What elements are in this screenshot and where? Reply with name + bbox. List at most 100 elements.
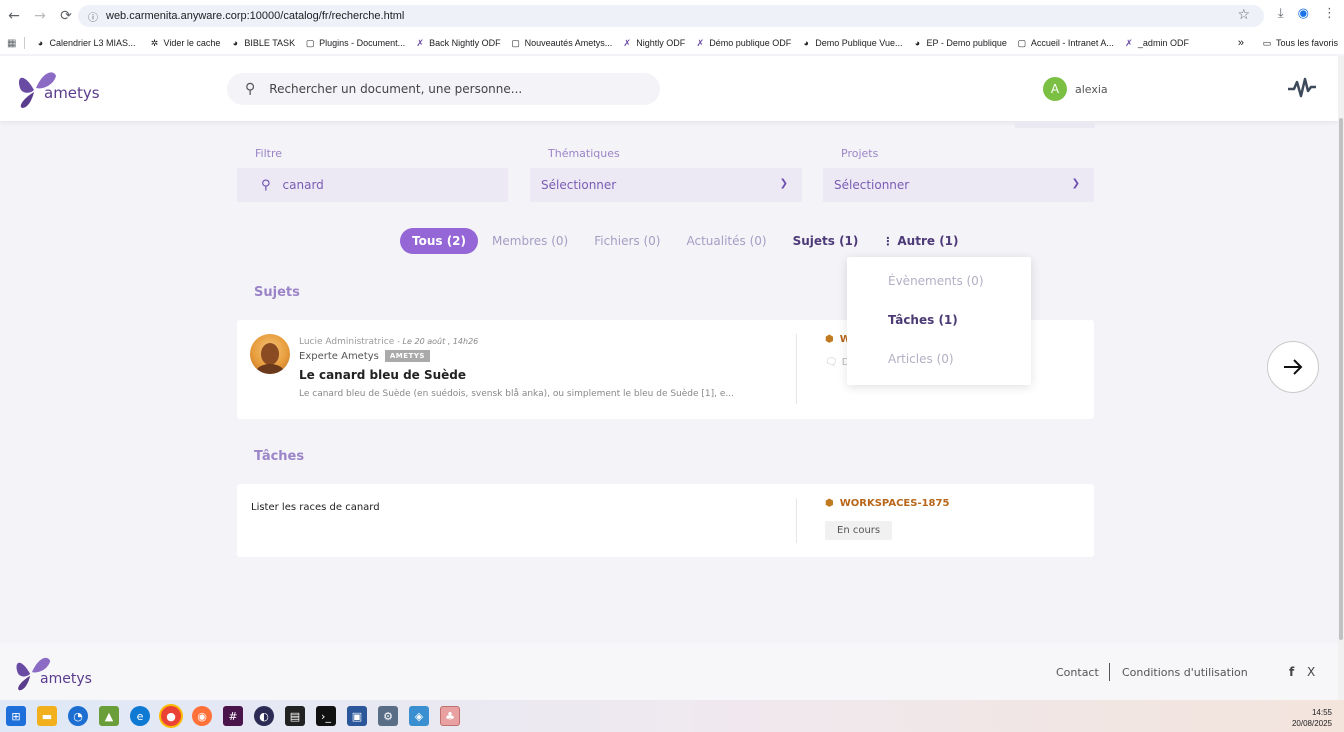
active-app-icon[interactable]: ♣ bbox=[440, 706, 460, 726]
comment-info: 🗨 D bbox=[825, 357, 849, 368]
terminal-icon[interactable]: ›_ bbox=[316, 706, 336, 726]
all-bookmarks-label: Tous les favoris bbox=[1275, 38, 1338, 48]
other-dropdown-menu: Évènements (0) Tâches (1) Articles (0) bbox=[847, 257, 1031, 385]
cube-icon: ⬢ bbox=[825, 498, 834, 509]
author-name[interactable]: Lucie Administratrice bbox=[299, 337, 394, 347]
filter-value: canard bbox=[282, 178, 324, 192]
projects-label: Projets bbox=[841, 147, 879, 160]
logo-text: ametys bbox=[44, 84, 100, 102]
eclipse-icon[interactable]: ◐ bbox=[254, 706, 274, 726]
user-name: alexia bbox=[1075, 82, 1108, 96]
filter-input[interactable]: ⚲ canard bbox=[237, 168, 508, 202]
next-button[interactable] bbox=[1267, 341, 1319, 393]
page-icon: ▢ bbox=[511, 37, 520, 48]
bookmark-item[interactable]: ✗ _admin ODF bbox=[1124, 38, 1189, 49]
back-icon[interactable]: ← bbox=[2, 4, 26, 28]
firefox-icon[interactable]: ◉ bbox=[192, 706, 212, 726]
menu-item-events[interactable]: Évènements (0) bbox=[888, 274, 984, 288]
page-icon: ▢ bbox=[1017, 37, 1027, 48]
topic-title[interactable]: Le canard bleu de Suède bbox=[299, 368, 466, 382]
author-role: Experte Ametys AMETYS bbox=[299, 350, 430, 362]
tab-files[interactable]: Fichiers (0) bbox=[594, 234, 660, 248]
menu-item-articles[interactable]: Articles (0) bbox=[888, 352, 954, 366]
profile-icon[interactable]: ◉ bbox=[1298, 6, 1309, 21]
remote-desktop-icon[interactable]: ▣ bbox=[347, 706, 367, 726]
bookmark-label: Vider le cache bbox=[163, 38, 221, 48]
more-bookmarks-button[interactable]: » bbox=[1238, 37, 1244, 49]
bookmark-star-icon[interactable]: ☆ bbox=[1237, 7, 1250, 23]
tab-all[interactable]: Tous (2) bbox=[400, 228, 479, 254]
section-title-tasks: Tâches bbox=[254, 449, 305, 464]
menu-item-tasks[interactable]: Tâches (1) bbox=[888, 313, 958, 327]
user-menu[interactable]: A alexia bbox=[1043, 77, 1108, 101]
chevron-down-icon: ❯ bbox=[779, 178, 788, 189]
card-divider bbox=[796, 498, 797, 543]
thunderbird-icon[interactable]: ◔ bbox=[68, 706, 88, 726]
post-date: - Le 20 août , 14h26 bbox=[397, 337, 479, 346]
projects-select[interactable]: Sélectionner ❯ bbox=[823, 168, 1094, 202]
activity-pulse-icon[interactable] bbox=[1288, 76, 1316, 100]
footer-logo[interactable]: ametys bbox=[12, 653, 92, 693]
cropped-element bbox=[1015, 121, 1095, 128]
bookmark-item[interactable]: ◕ EP - Demo publique bbox=[912, 38, 1007, 48]
tab-news[interactable]: Actualités (0) bbox=[686, 234, 766, 248]
globe-icon: ◕ bbox=[37, 38, 44, 48]
site-info-icon[interactable]: ⓘ bbox=[88, 9, 98, 24]
folder-icon: ▭ bbox=[1262, 37, 1272, 48]
themes-select[interactable]: Sélectionner ❯ bbox=[530, 168, 802, 202]
bookmark-label: Demo Publique Vue... bbox=[815, 38, 903, 48]
terms-link[interactable]: Conditions d'utilisation bbox=[1122, 666, 1248, 679]
author-photo bbox=[250, 334, 290, 374]
file-explorer-icon[interactable]: ▬ bbox=[37, 706, 57, 726]
bookmark-item[interactable]: ✲ Vider le cache bbox=[150, 38, 221, 49]
bookmark-item[interactable]: ▢ Plugins - Document... bbox=[305, 37, 405, 49]
card-divider bbox=[796, 334, 797, 404]
bookmark-label: Accueil - Intranet A... bbox=[1030, 38, 1114, 48]
tab-topics[interactable]: Sujets (1) bbox=[793, 234, 859, 248]
download-icon[interactable]: ⤓ bbox=[1278, 6, 1284, 21]
chrome-icon[interactable]: ● bbox=[161, 706, 181, 726]
system-clock[interactable]: 14:55 20/08/2025 bbox=[1292, 707, 1332, 729]
task-title[interactable]: Lister les races de canard bbox=[251, 502, 380, 513]
all-bookmarks-button[interactable]: ▭ Tous les favoris bbox=[1262, 37, 1338, 49]
themes-selected-value: Sélectionner bbox=[541, 178, 617, 192]
section-title-topics: Sujets bbox=[254, 285, 300, 300]
bookmark-item[interactable]: ▢ Accueil - Intranet A... bbox=[1017, 37, 1114, 49]
bookmark-item[interactable]: ✗ Back Nightly ODF bbox=[415, 38, 500, 49]
edge-icon[interactable]: e bbox=[130, 706, 150, 726]
notes-icon[interactable]: ▤ bbox=[285, 706, 305, 726]
page-icon: ▢ bbox=[305, 37, 315, 48]
facebook-icon[interactable]: f bbox=[1289, 665, 1294, 679]
scrollbar-thumb[interactable] bbox=[1339, 118, 1343, 640]
image-viewer-icon[interactable]: ▲ bbox=[99, 706, 119, 726]
x-icon[interactable]: X bbox=[1307, 665, 1315, 679]
ametys-favicon-icon: ✗ bbox=[696, 37, 704, 48]
arrow-right-icon bbox=[1284, 359, 1303, 375]
network-icon[interactable]: ◈ bbox=[409, 706, 429, 726]
bookmark-item[interactable]: ✗ Démo publique ODF bbox=[695, 37, 791, 49]
bookmark-item[interactable]: ◕ Demo Publique Vue... bbox=[801, 38, 903, 48]
tab-members[interactable]: Membres (0) bbox=[492, 234, 568, 248]
contact-link[interactable]: Contact bbox=[1056, 666, 1099, 679]
role-text: Experte Ametys bbox=[299, 350, 379, 362]
ametys-favicon-icon: ✗ bbox=[623, 37, 631, 48]
address-bar[interactable]: ⓘ web.carmenita.anyware.corp:10000/catal… bbox=[78, 5, 1264, 27]
settings-icon[interactable]: ⚙ bbox=[378, 706, 398, 726]
reload-icon[interactable]: ⟳ bbox=[54, 4, 78, 28]
forward-icon[interactable]: → bbox=[28, 4, 52, 28]
bookmark-item[interactable]: ◕ Calendrier L3 MIAS... bbox=[35, 38, 136, 48]
bookmark-item[interactable]: ▢ Nouveautés Ametys... bbox=[511, 37, 612, 49]
task-result-card[interactable]: Lister les races de canard ⬢ WORKSPACES-… bbox=[237, 484, 1094, 557]
global-search-input[interactable]: ⚲ Rechercher un document, une personne..… bbox=[227, 73, 660, 105]
bookmarks-right: » ▭ Tous les favoris bbox=[1238, 37, 1338, 49]
windows-start-icon[interactable]: ⊞ bbox=[6, 706, 26, 726]
tab-other[interactable]: ⋮ Autre (1) bbox=[882, 234, 958, 248]
workspace-tag[interactable]: ⬢ WORKSPACES-1875 bbox=[825, 498, 949, 509]
bookmark-item[interactable]: ✗ Nightly ODF bbox=[622, 37, 685, 49]
bookmark-item[interactable]: ◕ BIBLE TASK bbox=[230, 38, 295, 48]
apps-icon[interactable]: ▦ bbox=[7, 38, 16, 49]
ametys-logo[interactable]: ametys bbox=[14, 68, 100, 110]
slack-icon[interactable]: # bbox=[223, 706, 243, 726]
menu-icon[interactable]: ⋮ bbox=[1323, 6, 1336, 21]
clock-time: 14:55 bbox=[1311, 708, 1332, 717]
